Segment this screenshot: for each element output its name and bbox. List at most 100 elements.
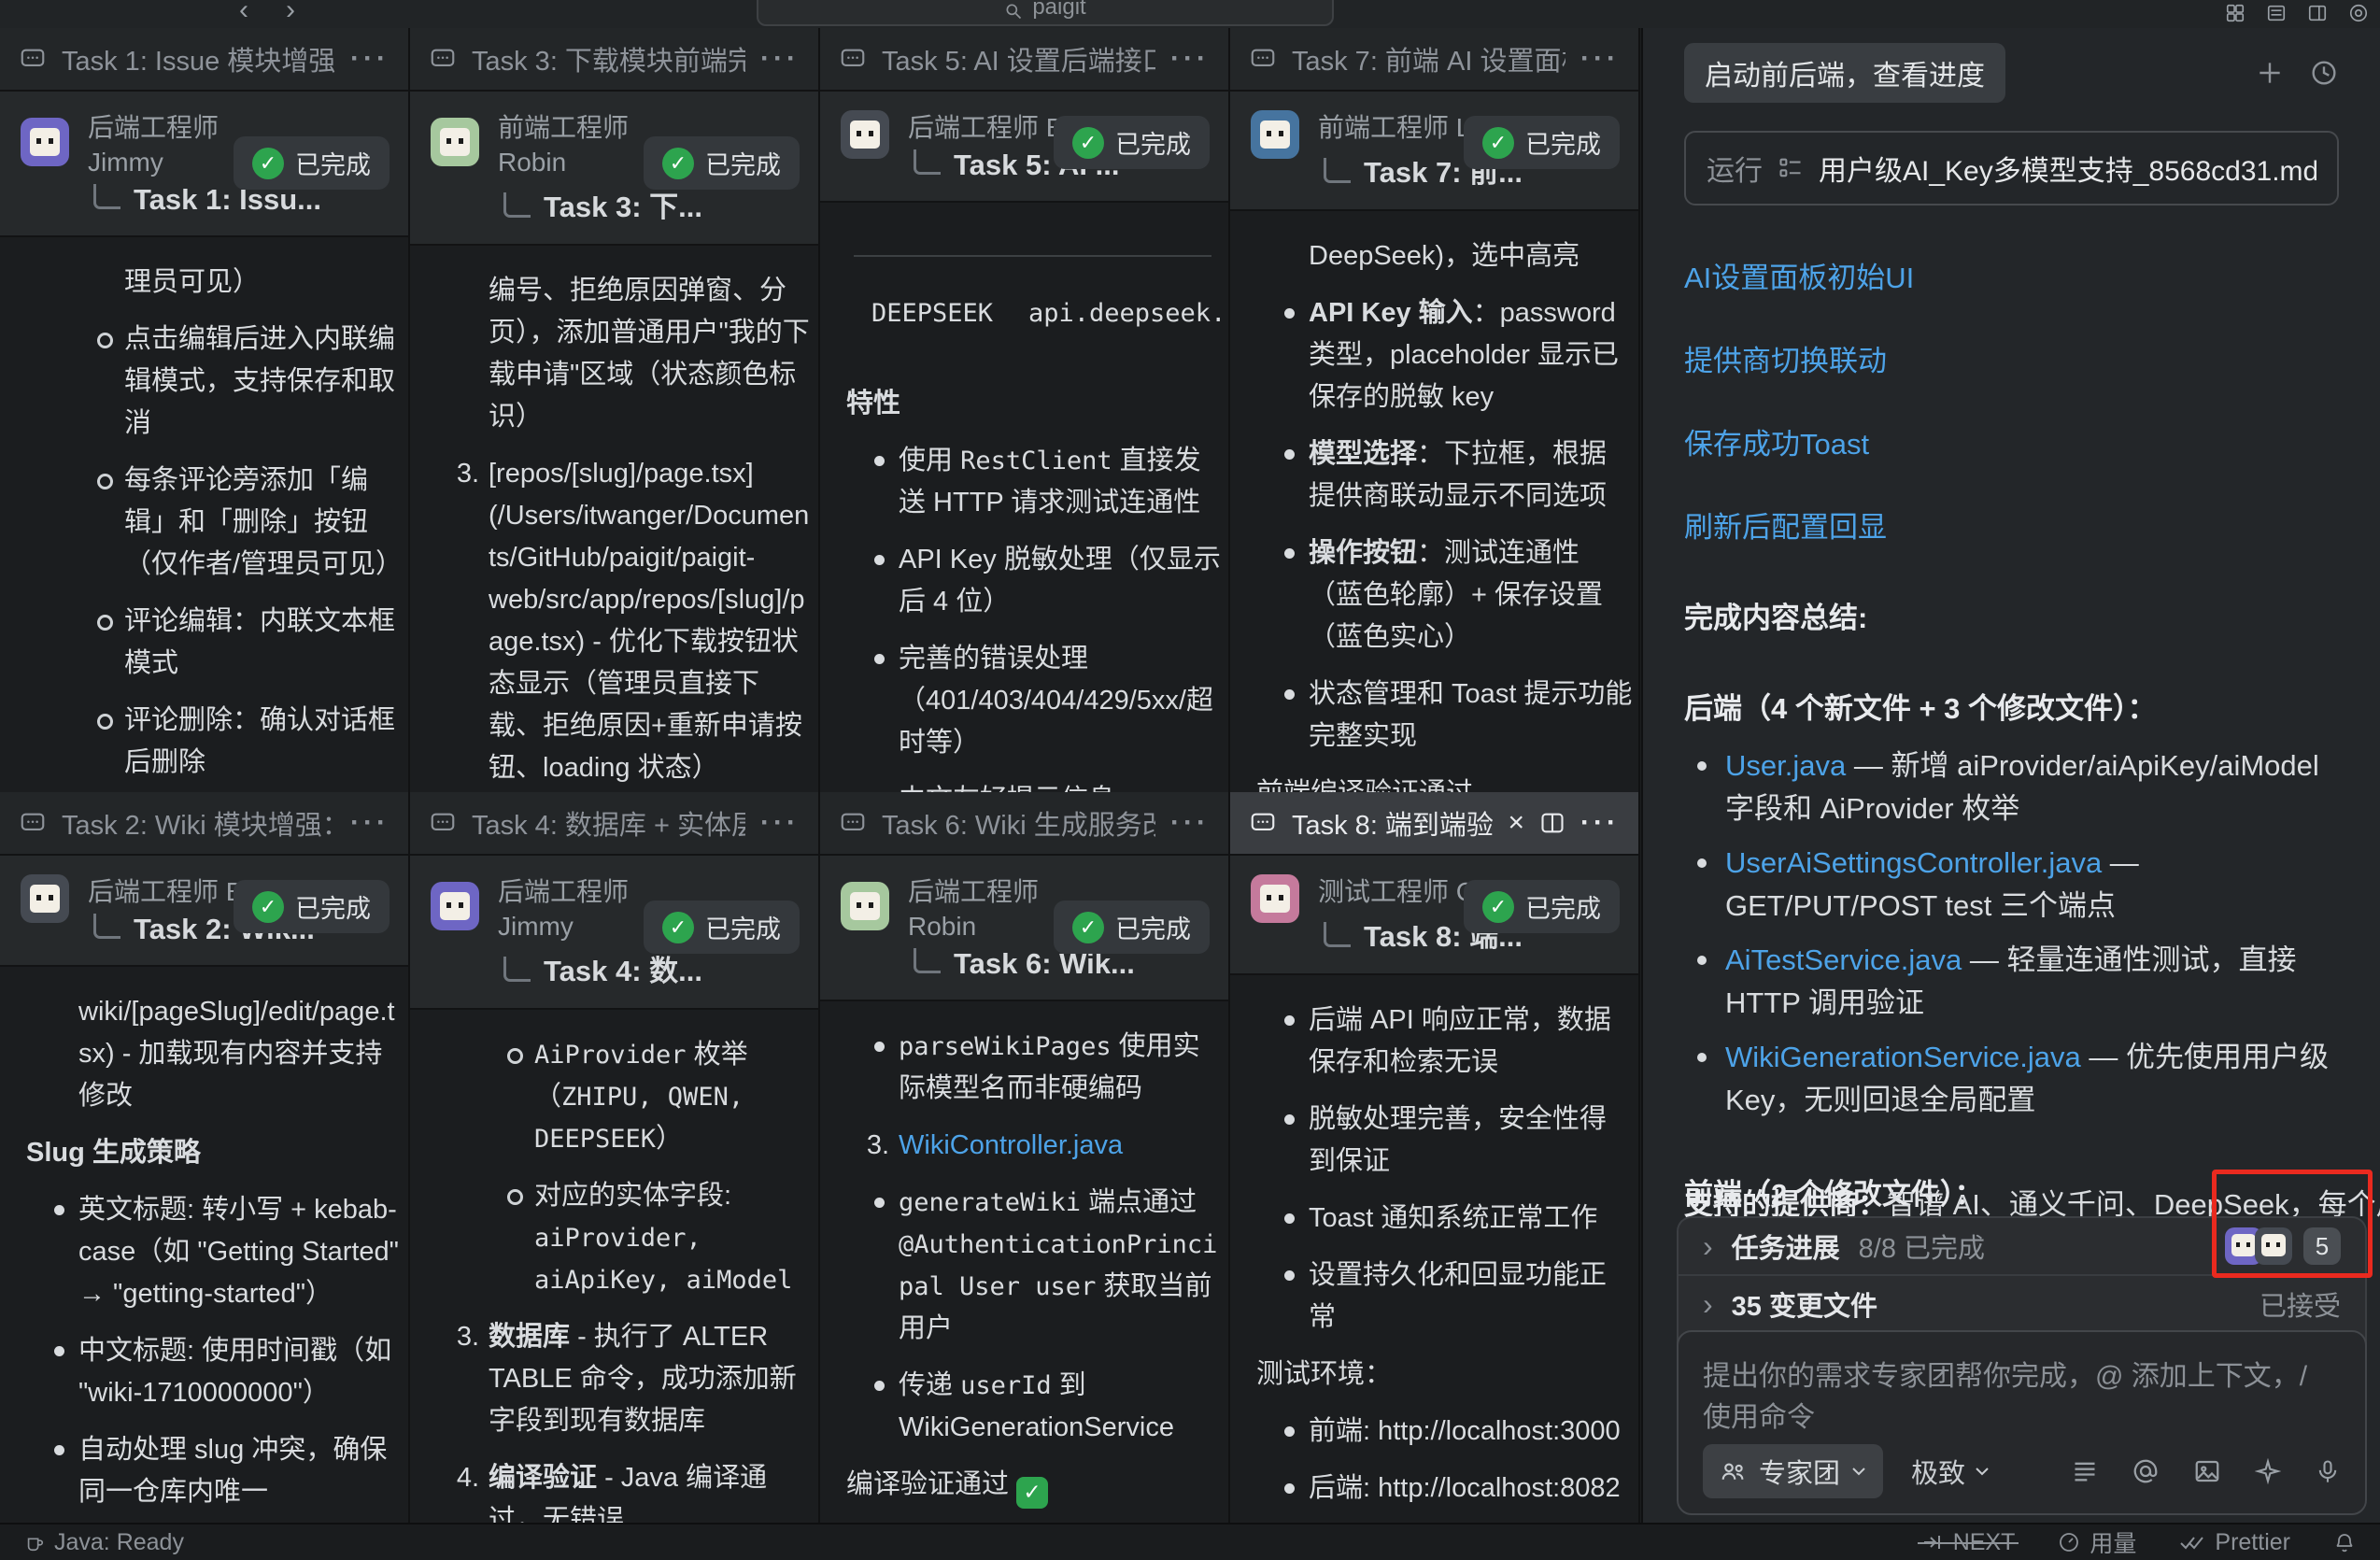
nav-back-icon[interactable]: ‹	[239, 0, 248, 26]
sparkle-icon[interactable]	[2255, 1458, 2281, 1484]
task-section: Task 5: AI 设置后端接口···后端工程师 Bill✓已完成Task 5…	[820, 28, 1228, 792]
mention-icon[interactable]	[2132, 1457, 2160, 1485]
account-icon[interactable]	[2348, 3, 2369, 23]
bullet-icon	[97, 333, 113, 348]
list-icon[interactable]	[2266, 3, 2287, 23]
assistant-panel: 启动前后端，查看进度 运行 用户级AI_Key多模型支持_8568cd31.md…	[1641, 28, 2380, 1523]
notifications-bell-icon[interactable]	[2333, 1531, 2356, 1553]
usage-status[interactable]: 用量	[2058, 1525, 2136, 1559]
prettier-status[interactable]: Prettier	[2179, 1529, 2290, 1556]
agent-card-header[interactable]: 后端工程师 Bill✓已完成Task 2: Wik...	[0, 856, 408, 967]
tab-menu-icon[interactable]: ···	[1580, 807, 1620, 839]
step-link[interactable]: 提供商切换联动	[1684, 337, 2339, 379]
team-selector[interactable]: 专家团	[1703, 1444, 1883, 1498]
tab-menu-icon[interactable]: ···	[1170, 807, 1210, 839]
agent-card-header[interactable]: 后端工程师Jimmy✓已完成Task 4: 数...	[410, 856, 818, 1010]
prompt-history-chip[interactable]: 启动前后端，查看进度	[1684, 43, 2005, 103]
text-run: 编译验证通过	[846, 1469, 1009, 1499]
check-icon: ✓	[662, 148, 694, 179]
content-line: 操作按钮：测试连通性（蓝色轮廓）+ 保存设置（蓝色实心）	[1230, 532, 1633, 659]
file-link[interactable]: WikiGenerationService.java	[1725, 1041, 2081, 1073]
tab-menu-icon[interactable]: ···	[1580, 43, 1620, 75]
divider	[854, 255, 1211, 257]
status-badge-label: 已完成	[1115, 909, 1191, 945]
agent-card-header[interactable]: 前端工程师 Lee✓已完成Task 7: 前...	[1230, 92, 1638, 211]
text-run: 端点通过	[1081, 1187, 1197, 1217]
check-icon: ✓	[252, 891, 284, 923]
extensions-icon[interactable]	[2225, 3, 2245, 23]
next-edit-status[interactable]: NEXT	[1921, 1529, 2016, 1556]
task-tab-label: Task 8: 端到端验证	[1292, 803, 1493, 843]
new-chat-icon[interactable]	[2255, 58, 2285, 88]
agent-avatars	[2225, 1227, 2292, 1265]
format-lines-icon[interactable]	[2072, 1458, 2098, 1484]
text-run: AiProvider	[534, 1041, 687, 1070]
tab-menu-icon[interactable]: ···	[760, 807, 800, 839]
text-run: ）	[656, 1124, 683, 1154]
text-run: 特性	[846, 389, 900, 418]
content-line: DeepSeek)，选中高亮	[1230, 235, 1633, 277]
file-link[interactable]: User.java	[1725, 749, 1846, 782]
mic-icon[interactable]	[2315, 1458, 2341, 1484]
changed-files-row[interactable]: › 35 变更文件 已接受	[1679, 1274, 2365, 1332]
status-badge-label: 已完成	[295, 888, 371, 925]
board-column: Task 5: AI 设置后端接口···后端工程师 Bill✓已完成Task 5…	[820, 28, 1230, 1523]
split-panel-icon[interactable]	[2307, 3, 2328, 23]
split-editor-icon[interactable]	[1539, 810, 1565, 836]
changes-title: 35 变更文件	[1732, 1284, 1877, 1324]
task-tab-label: Task 2: Wiki 模块增强：手	[62, 803, 335, 843]
status-badge: ✓已完成	[234, 136, 390, 190]
file-link[interactable]: AiTestService.java	[1725, 943, 1962, 976]
step-link[interactable]: 保存成功Toast	[1684, 420, 2339, 462]
tab-menu-icon[interactable]: ···	[760, 43, 800, 75]
task-tab[interactable]: Task 7: 前端 AI 设置面板···	[1230, 28, 1638, 92]
history-icon[interactable]	[2309, 58, 2339, 88]
language-status[interactable]: Java: Ready	[24, 1529, 184, 1556]
avatar-face	[440, 128, 470, 156]
search-input[interactable]: paigit	[757, 0, 1334, 26]
mode-selector[interactable]: 极致	[1911, 1452, 1990, 1491]
status-badge-label: 已完成	[705, 909, 781, 945]
tab-menu-icon[interactable]: ···	[350, 43, 390, 75]
chat-input[interactable]: 提出你的需求专家团帮你完成，@ 添加上下文，/ 使用命令 专家团 极致	[1677, 1330, 2367, 1515]
agent-card-header[interactable]: 后端工程师 Bill✓已完成Task 5: AI ...	[820, 92, 1228, 203]
close-icon[interactable]: ×	[1508, 807, 1524, 839]
content-line: 编译验证通过✓	[820, 1464, 1223, 1509]
task-section: Task 7: 前端 AI 设置面板···前端工程师 Lee✓已完成Task 7…	[1230, 28, 1638, 792]
task-tab[interactable]: Task 5: AI 设置后端接口···	[820, 28, 1228, 92]
task-tab[interactable]: Task 6: Wiki 生成服务改进···	[820, 792, 1228, 856]
file-link[interactable]: WikiController.java	[899, 1130, 1123, 1160]
checklist-icon	[1778, 155, 1804, 181]
tab-menu-icon[interactable]: ···	[350, 807, 390, 839]
task-tab[interactable]: Task 1: Issue 模块增强：编辑···	[0, 28, 408, 92]
bullet-icon	[1284, 1483, 1295, 1494]
image-icon[interactable]	[2193, 1457, 2221, 1485]
task-tab[interactable]: Task 4: 数据库 + 实体层扩···	[410, 792, 818, 856]
content-line: 自动处理 slug 冲突，确保同一仓库内唯一	[0, 1429, 403, 1513]
task-tab[interactable]: Task 3: 下载模块前端完善···	[410, 28, 818, 92]
step-link[interactable]: 刷新后配置回显	[1684, 503, 2339, 546]
progress-row[interactable]: › 任务进展 8/8 已完成 5	[1679, 1218, 2365, 1274]
status-badge: ✓已完成	[1054, 116, 1210, 169]
file-link[interactable]: UserAiSettingsController.java	[1725, 846, 2102, 879]
status-badge-label: 已完成	[705, 145, 781, 181]
agent-card-header[interactable]: 后端工程师Robin✓已完成Task 6: Wik...	[820, 856, 1228, 1001]
avatar	[431, 118, 479, 166]
agent-card-header[interactable]: 后端工程师Jimmy✓已完成Task 1: Issu...	[0, 92, 408, 237]
agent-card-header[interactable]: 测试工程师 Chris✓已完成Task 8: 端...	[1230, 856, 1638, 975]
board-column: Task 7: 前端 AI 设置面板···前端工程师 Lee✓已完成Task 7…	[1230, 28, 1640, 1523]
top-toolbar: ‹ › paigit	[0, 0, 2380, 28]
step-link[interactable]: AI设置面板初始UI	[1684, 254, 2339, 296]
content-line: 编号、拒绝原因弹窗、分页），添加普通用户"我的下载申请"区域（状态颜色标识）	[410, 270, 813, 438]
task-tab[interactable]: Task 2: Wiki 模块增强：手 ···	[0, 792, 408, 856]
agent-count-badge: 5	[2303, 1227, 2341, 1265]
nav-forward-icon[interactable]: ›	[286, 0, 295, 26]
text-run: 后端 API 响应正常，数据保存和检索无误	[1309, 1005, 1611, 1077]
task-content: DeepSeek)，选中高亮API Key 输入：password 类型，pla…	[1230, 211, 1638, 792]
run-file-row[interactable]: 运行 用户级AI_Key多模型支持_8568cd31.md	[1684, 131, 2339, 206]
agent-card-header[interactable]: 前端工程师Robin✓已完成Task 3: 下...	[410, 92, 818, 246]
task-tab[interactable]: Task 8: 端到端验证 × ···	[1230, 792, 1638, 856]
text-run: 使用	[899, 446, 960, 475]
tab-menu-icon[interactable]: ···	[1170, 43, 1210, 75]
bullet-icon	[54, 1445, 64, 1455]
